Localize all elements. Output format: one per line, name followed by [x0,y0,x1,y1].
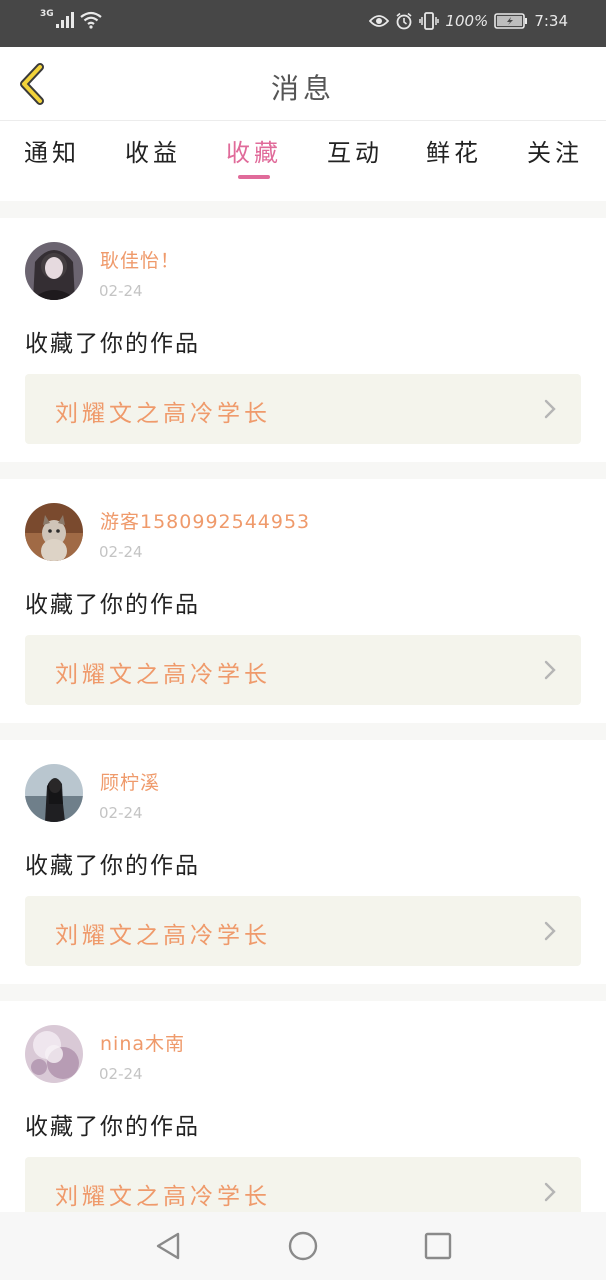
back-triangle-icon [156,1232,180,1260]
message-date: 02-24 [99,543,143,561]
header-bar: 消息 [0,47,606,121]
username[interactable]: nina木南 [100,1029,185,1056]
wifi-icon [79,11,102,29]
message-card: 游客1580992544953 02-24 收藏了你的作品 刘耀文之高冷学长 [0,479,606,723]
status-bar: 3G 100% 7:34 [0,0,606,47]
signal-icon [55,12,74,28]
tab-favorites[interactable]: 收藏 [226,133,282,168]
work-link[interactable]: 刘耀文之高冷学长 [25,374,581,444]
message-action: 收藏了你的作品 [25,331,200,357]
username[interactable]: 游客1580992544953 [100,507,310,534]
chevron-right-icon [544,399,556,419]
page-title: 消息 [270,72,335,105]
message-action: 收藏了你的作品 [25,592,200,618]
nav-back-button[interactable] [152,1229,186,1263]
battery-percent: 100% [445,12,489,30]
status-left: 3G [40,9,102,29]
work-title: 刘耀文之高冷学长 [55,662,271,688]
chevron-right-icon [544,1182,556,1202]
tab-earnings[interactable]: 收益 [125,133,181,168]
message-date: 02-24 [99,282,143,300]
avatar[interactable] [25,1025,83,1083]
tab-bar: 通知 收益 收藏 互动 鲜花 关注 [0,121,606,201]
active-tab-indicator [238,175,270,179]
username[interactable]: 顾柠溪 [100,768,160,795]
message-card: nina木南 02-24 收藏了你的作品 刘耀文之高冷学长 [0,1001,606,1245]
work-link[interactable]: 刘耀文之高冷学长 [25,896,581,966]
alarm-icon [396,12,412,30]
tab-notifications[interactable]: 通知 [24,133,80,168]
network-type: 3G [40,9,54,19]
battery-icon [494,13,528,29]
message-date: 02-24 [99,1065,143,1083]
home-circle-icon [288,1231,318,1261]
username[interactable]: 耿佳怡！ [100,246,180,273]
recents-square-icon [424,1232,452,1260]
message-card: 顾柠溪 02-24 收藏了你的作品 刘耀文之高冷学长 [0,740,606,984]
vibrate-icon [419,12,440,30]
tab-follows[interactable]: 关注 [527,133,583,168]
avatar[interactable] [25,764,83,822]
chevron-right-icon [544,921,556,941]
status-right: 100% 7:34 [369,12,568,30]
avatar[interactable] [25,242,83,300]
message-card: 耿佳怡！ 02-24 收藏了你的作品 刘耀文之高冷学长 [0,218,606,462]
work-title: 刘耀文之高冷学长 [55,923,271,949]
nav-recents-button[interactable] [421,1229,455,1263]
status-time: 7:34 [534,12,568,30]
nav-home-button[interactable] [286,1229,320,1263]
work-title: 刘耀文之高冷学长 [55,401,271,427]
system-nav-bar [0,1212,606,1280]
message-date: 02-24 [99,804,143,822]
eye-icon [369,15,390,27]
message-action: 收藏了你的作品 [25,853,200,879]
chevron-right-icon [544,660,556,680]
avatar[interactable] [25,503,83,561]
message-action: 收藏了你的作品 [25,1114,200,1140]
work-title: 刘耀文之高冷学长 [55,1184,271,1210]
tab-flowers[interactable]: 鲜花 [426,133,482,168]
tab-interactions[interactable]: 互动 [327,133,383,168]
work-link[interactable]: 刘耀文之高冷学长 [25,635,581,705]
